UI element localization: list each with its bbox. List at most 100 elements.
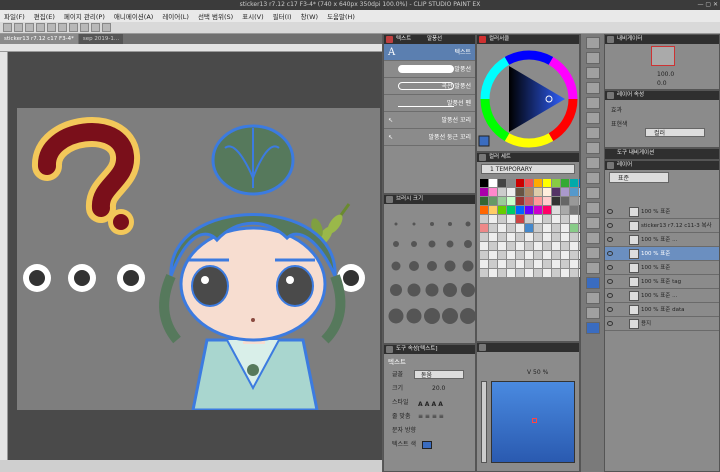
airbrush-tool-icon[interactable] xyxy=(585,157,600,169)
tab-current[interactable]: sticker13 r7.12 c17 F3-4* xyxy=(0,34,78,44)
pencil-tool-icon[interactable] xyxy=(585,127,600,139)
undo-icon[interactable] xyxy=(36,23,45,32)
eye-icon[interactable] xyxy=(607,209,613,214)
layer-property-tab-icon xyxy=(607,92,614,99)
eye-icon[interactable] xyxy=(607,237,613,242)
subtool-item-balloon-tail[interactable]: ↖ 말풍선 꼬리 xyxy=(384,112,475,129)
layer-item[interactable]: 100 % 표준 ... xyxy=(605,233,719,247)
title-bar: sticker13 r7.12 c17 F3-4* (740 x 640px 3… xyxy=(0,0,720,10)
transform-icon[interactable] xyxy=(69,23,78,32)
subtool-tab-balloon[interactable]: 말풍선 xyxy=(427,36,442,42)
lasso-tool-icon[interactable] xyxy=(585,82,600,94)
eyedropper-tool-icon[interactable] xyxy=(585,97,600,109)
eye-icon[interactable] xyxy=(607,265,613,270)
property-row-font[interactable]: 글꼴 돋움 xyxy=(384,368,475,382)
menu-layer[interactable]: 레이어(L) xyxy=(162,11,189,21)
eraser-tool-icon[interactable] xyxy=(585,172,600,184)
subtool-item-text[interactable]: A 텍스트 xyxy=(384,44,475,61)
color-set-select[interactable]: 1 TEMPORARY xyxy=(481,164,575,174)
brush-tool-icon[interactable] xyxy=(585,142,600,154)
save-icon[interactable] xyxy=(25,23,34,32)
color-picker-handle[interactable] xyxy=(532,418,537,423)
color-wheel[interactable] xyxy=(477,44,579,151)
eye-icon[interactable] xyxy=(607,251,613,256)
text-tool-icon[interactable] xyxy=(585,277,600,289)
menu-file[interactable]: 파일(F) xyxy=(4,11,25,21)
layer-item[interactable]: sticker13 r7.12 c11-3 복사 xyxy=(605,219,719,233)
menu-selection[interactable]: 선택 범위(S) xyxy=(198,11,233,21)
expression-select[interactable]: 컬러 xyxy=(645,128,705,137)
property-row-text-color[interactable]: 텍스트 색 xyxy=(384,438,475,452)
value-slider[interactable] xyxy=(481,381,487,463)
color-gradient-square[interactable] xyxy=(491,381,575,463)
move-tool-icon[interactable] xyxy=(585,52,600,64)
redo-icon[interactable] xyxy=(47,23,56,32)
layer-item[interactable]: 100 % 표준 ... xyxy=(605,289,719,303)
menu-filter[interactable]: 필터(I) xyxy=(273,11,292,21)
balloon-tool-icon[interactable] xyxy=(585,292,600,304)
fill-tool-icon[interactable] xyxy=(585,202,600,214)
property-row-size[interactable]: 크기 20.0 xyxy=(384,382,475,396)
text-color-swatch[interactable] xyxy=(422,441,432,449)
eye-icon[interactable] xyxy=(607,279,613,284)
font-select[interactable]: 돋움 xyxy=(414,370,464,379)
layer-item[interactable]: 100 % 표준 tag xyxy=(605,275,719,289)
property-row-style[interactable]: 스타일 A A A A xyxy=(384,396,475,410)
layer-item-selected[interactable]: 100 % 표준 xyxy=(605,247,719,261)
menu-page[interactable]: 페이지 관리(P) xyxy=(64,11,105,21)
gradient-tool-icon[interactable] xyxy=(585,217,600,229)
navigator-zoom[interactable]: 100.0 xyxy=(657,71,674,78)
line-correction-icon[interactable] xyxy=(585,307,600,319)
navigator-angle[interactable]: 0.0 xyxy=(657,80,667,87)
eye-icon[interactable] xyxy=(607,223,613,228)
layer-toolbar xyxy=(605,185,719,205)
subtool-item-round-tail[interactable]: ↖ 말풍선 둥근 꼬리 xyxy=(384,129,475,146)
eye-icon[interactable] xyxy=(607,321,613,326)
property-row-direction[interactable]: 문자 방향 xyxy=(384,424,475,438)
ruler-icon[interactable] xyxy=(91,23,100,32)
select-tool-icon[interactable] xyxy=(585,67,600,79)
subtool-item-ellipse-balloon[interactable]: 타원 말풍선 xyxy=(384,61,475,78)
subtool-item-curve-balloon[interactable]: 곡선 말풍선 xyxy=(384,78,475,95)
pen-tool-icon[interactable] xyxy=(585,112,600,124)
open-icon[interactable] xyxy=(14,23,23,32)
blend-mode-select[interactable]: 표준 xyxy=(609,172,669,183)
layer-property-title: 레이어 속성 xyxy=(617,92,645,98)
blend-tool-icon[interactable] xyxy=(585,187,600,199)
align-buttons[interactable]: ≡ ≡ ≡ ≡ xyxy=(418,410,444,424)
color-swatch-grid[interactable] xyxy=(477,176,587,280)
clear-icon[interactable] xyxy=(58,23,67,32)
property-row-align[interactable]: 줄 맞춤 ≡ ≡ ≡ ≡ xyxy=(384,410,475,424)
menu-edit[interactable]: 편집(E) xyxy=(34,11,55,21)
zoom-tool-icon[interactable] xyxy=(585,37,600,49)
menu-window[interactable]: 창(W) xyxy=(301,11,318,21)
main-color-swatch[interactable] xyxy=(585,322,600,334)
eye-icon[interactable] xyxy=(607,293,613,298)
layer-item[interactable]: 100 % 표준 xyxy=(605,261,719,275)
menu-view[interactable]: 표시(V) xyxy=(242,11,263,21)
pen-stroke-icon xyxy=(398,99,454,107)
figure-tool-icon[interactable] xyxy=(585,232,600,244)
layer-item[interactable]: 용지 xyxy=(605,317,719,331)
menu-animation[interactable]: 애니메이션(A) xyxy=(114,11,153,21)
layer-item[interactable]: 100 % 표준 xyxy=(605,205,719,219)
layer-item[interactable]: 100 % 표준 data xyxy=(605,303,719,317)
artwork[interactable] xyxy=(17,108,380,410)
subtool-tab-text[interactable]: 텍스트 xyxy=(396,36,411,42)
subtool-item-balloon-pen[interactable]: 말풍선 펜 xyxy=(384,95,475,112)
new-file-icon[interactable] xyxy=(3,23,12,32)
color-set-title: 컬러 세트 xyxy=(489,154,511,160)
brush-size-grid[interactable] xyxy=(384,204,476,342)
layer-name: 100 % 표준 xyxy=(641,265,671,271)
v-label: V xyxy=(527,369,532,376)
menu-help[interactable]: 도움말(H) xyxy=(327,11,355,21)
ruler-tool-icon[interactable] xyxy=(585,262,600,274)
size-value[interactable]: 20.0 xyxy=(432,382,445,396)
snap-icon[interactable] xyxy=(80,23,89,32)
grid-icon[interactable] xyxy=(102,23,111,32)
eye-icon[interactable] xyxy=(607,307,613,312)
navigator-preview[interactable] xyxy=(651,46,675,66)
tab-other[interactable]: sep 2019-1... xyxy=(78,34,124,44)
window-controls[interactable]: — ▢ ✕ xyxy=(697,0,718,10)
frame-tool-icon[interactable] xyxy=(585,247,600,259)
